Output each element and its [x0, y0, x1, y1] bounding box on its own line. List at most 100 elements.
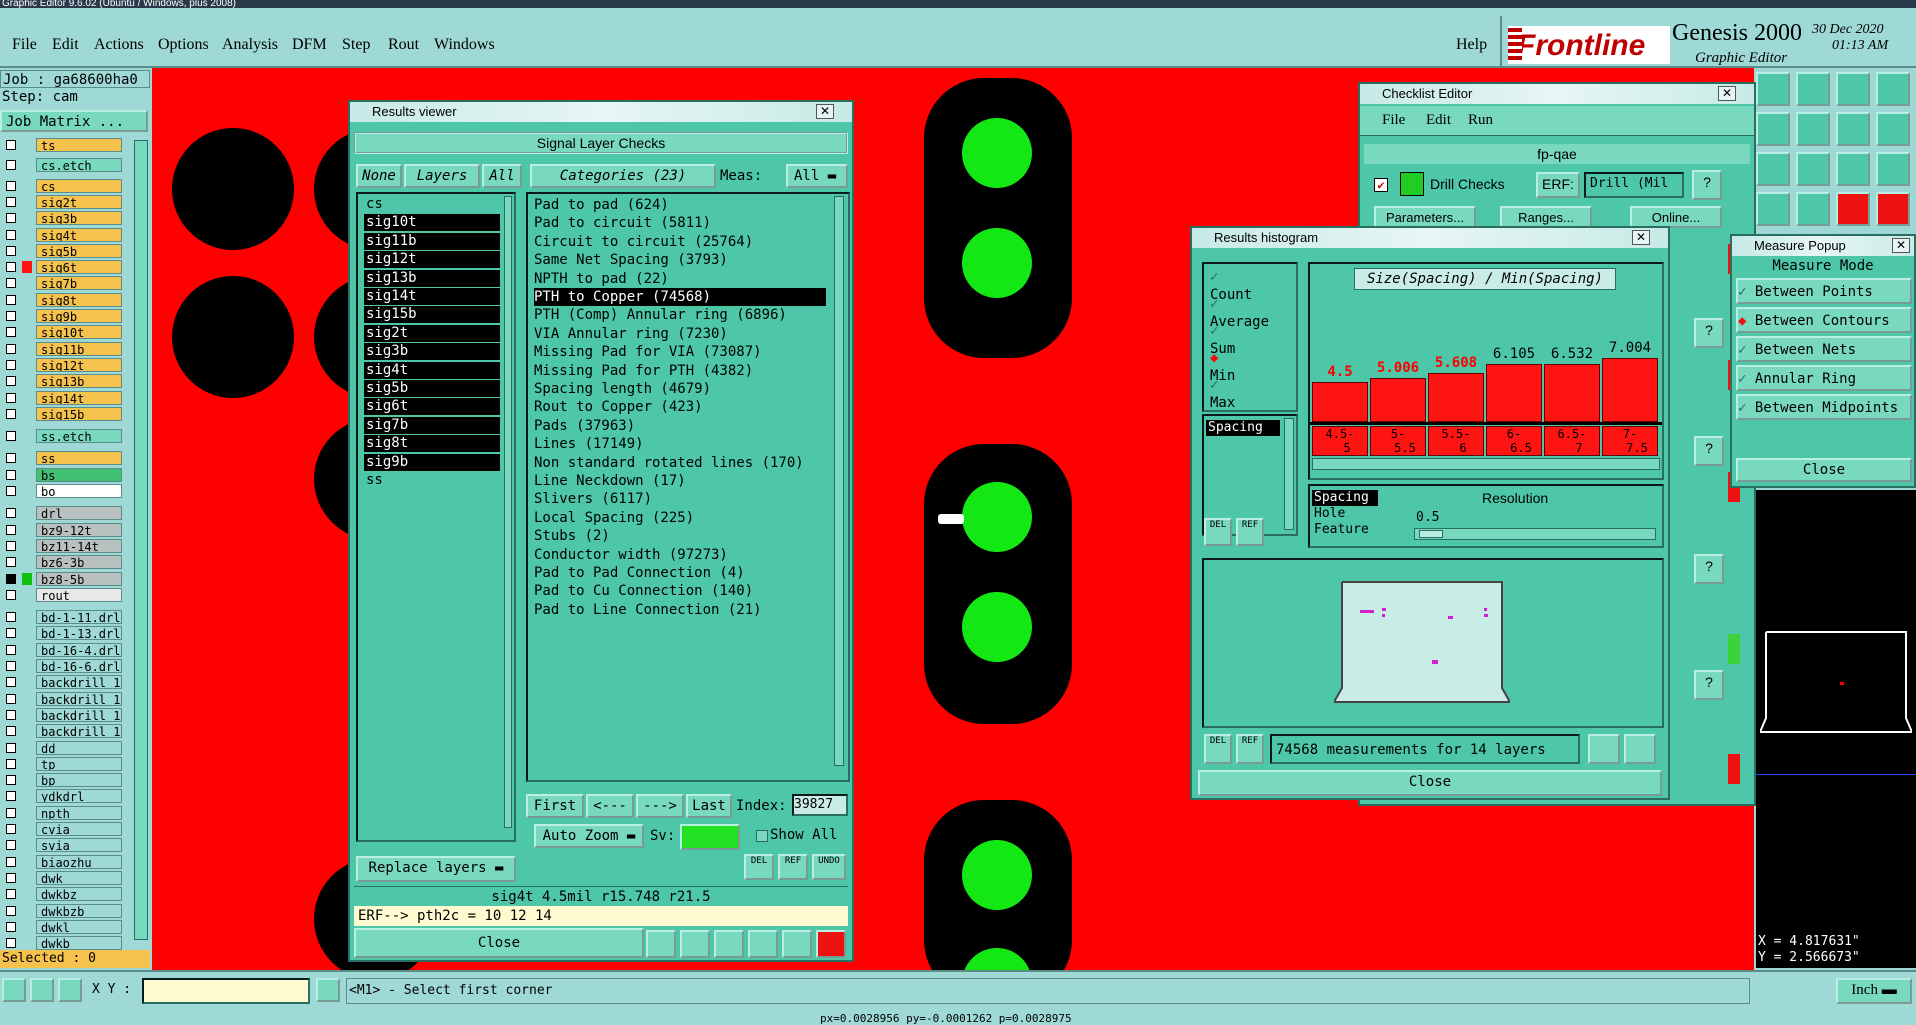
- layer-row[interactable]: ts: [4, 138, 122, 152]
- layer-row[interactable]: sig3b: [4, 211, 122, 226]
- checklist-menu-file[interactable]: File: [1382, 112, 1405, 129]
- layer-checkbox[interactable]: [6, 644, 16, 655]
- grid-toggle-icon[interactable]: [1796, 192, 1830, 226]
- hist-del-button[interactable]: DEL: [1204, 518, 1232, 546]
- field-spacing[interactable]: Spacing: [1206, 420, 1280, 436]
- histogram-bar[interactable]: [1544, 364, 1600, 422]
- layer-checkbox[interactable]: [6, 392, 16, 403]
- layer-checkbox[interactable]: [6, 245, 16, 256]
- preview-del-button[interactable]: DEL: [1204, 734, 1232, 764]
- erf-value[interactable]: Drill (Mil: [1584, 172, 1684, 198]
- pan-left-icon[interactable]: [1756, 112, 1790, 146]
- layer-row[interactable]: sig10t: [4, 325, 122, 340]
- measure-option[interactable]: ✓ Between Points: [1736, 278, 1912, 304]
- layer-row[interactable]: bd-1-11.drl: [4, 610, 122, 625]
- help-icon[interactable]: [1876, 152, 1910, 186]
- category-item[interactable]: Non standard rotated lines (170): [534, 454, 804, 472]
- layer-checkbox[interactable]: [6, 905, 16, 916]
- job-matrix-button[interactable]: Job Matrix ...: [0, 110, 148, 132]
- next-button[interactable]: --->: [636, 794, 684, 818]
- ranges-button[interactable]: Ranges...: [1500, 206, 1592, 228]
- layer-checkbox[interactable]: [6, 612, 16, 623]
- layer-row[interactable]: rout: [4, 587, 122, 602]
- results-viewer-titlebar[interactable]: Results viewer: [350, 102, 852, 122]
- category-item[interactable]: Pad to Line Connection (21): [534, 601, 762, 619]
- sv-color-dropdown[interactable]: [680, 824, 740, 850]
- category-item[interactable]: Line Neckdown (17): [534, 472, 686, 490]
- res-field-hole[interactable]: Hole: [1312, 506, 1345, 522]
- measure-close-button[interactable]: Close: [1736, 458, 1912, 482]
- layer-row[interactable]: bp: [4, 773, 122, 788]
- category-item[interactable]: Local Spacing (225): [534, 509, 694, 527]
- histogram-close-icon[interactable]: ✕: [1632, 230, 1650, 245]
- layer-row[interactable]: sig15b: [4, 406, 122, 421]
- layer-checkbox[interactable]: [6, 856, 16, 867]
- layer-row[interactable]: bd-16-4.drl: [4, 642, 122, 657]
- checklist-close-icon[interactable]: ✕: [1718, 86, 1736, 101]
- display-icon[interactable]: [646, 930, 676, 958]
- layer-checkbox[interactable]: [6, 486, 16, 496]
- measure-option[interactable]: ✓ Between Nets: [1736, 336, 1912, 362]
- layer-result-item[interactable]: sig6t: [364, 398, 500, 416]
- menu-analysis[interactable]: Analysis: [222, 36, 278, 54]
- layer-checkbox[interactable]: [6, 311, 16, 321]
- histogram-bar[interactable]: [1428, 373, 1484, 422]
- replace-layers-dropdown[interactable]: Replace layers ▬: [356, 856, 516, 882]
- layer-row[interactable]: bd-16-6.drl: [4, 659, 122, 673]
- layer-row[interactable]: dwkl: [4, 919, 122, 934]
- histogram-bar[interactable]: [1312, 382, 1368, 422]
- layer-checkbox[interactable]: [6, 508, 16, 519]
- layer-checkbox[interactable]: [6, 294, 16, 305]
- none-button[interactable]: None: [356, 164, 402, 188]
- layer-checkbox[interactable]: [6, 589, 16, 600]
- del-button[interactable]: DEL: [744, 854, 774, 880]
- fill-icon[interactable]: [1756, 72, 1790, 106]
- category-item[interactable]: Pads (37963): [534, 417, 635, 435]
- zoom-window-icon[interactable]: [1836, 112, 1870, 146]
- report-icon[interactable]: [782, 930, 812, 958]
- layer-row[interactable]: backdrill_16: [4, 724, 122, 739]
- layer-row[interactable]: dd: [4, 740, 122, 755]
- histogram-icon[interactable]: [816, 930, 846, 958]
- pan-right-icon[interactable]: [1796, 112, 1830, 146]
- category-list[interactable]: Pad to pad (624) Pad to circuit (5811) Cir…: [526, 192, 850, 782]
- checklist-titlebar[interactable]: Checklist Editor: [1360, 84, 1754, 104]
- histogram-bar[interactable]: [1486, 364, 1542, 422]
- histogram-bar[interactable]: [1370, 378, 1426, 422]
- layer-row[interactable]: sig7b: [4, 276, 122, 291]
- home-icon[interactable]: [1836, 72, 1870, 106]
- measure-option[interactable]: ✓ Between Midpoints: [1736, 394, 1912, 420]
- measure-titlebar[interactable]: Measure Popup: [1732, 236, 1914, 256]
- category-item[interactable]: VIA Annular ring (7230): [534, 325, 728, 343]
- category-item[interactable]: Pad to circuit (5811): [534, 214, 711, 232]
- category-item[interactable]: NPTH to pad (22): [534, 270, 669, 288]
- unit-dropdown[interactable]: Inch ▬: [1836, 978, 1912, 1004]
- layer-checkbox[interactable]: [6, 408, 16, 419]
- layer-result-item[interactable]: sig3b: [364, 343, 500, 361]
- zoom-fit-icon[interactable]: [1756, 152, 1790, 186]
- meas-dropdown[interactable]: All ▬: [786, 164, 848, 188]
- category-item[interactable]: Circuit to circuit (25764): [534, 233, 753, 251]
- erf-label-button[interactable]: ERF:: [1536, 172, 1580, 198]
- layer-checkbox[interactable]: [6, 524, 16, 535]
- layer-scrollbar[interactable]: [134, 140, 148, 940]
- row-help-button[interactable]: ?: [1694, 670, 1724, 700]
- menu-step[interactable]: Step: [342, 36, 370, 54]
- category-item[interactable]: PTH to Copper (74568): [534, 288, 826, 306]
- layer-checkbox[interactable]: [6, 196, 16, 207]
- layer-row[interactable]: sig5b: [4, 243, 122, 258]
- layer-checkbox[interactable]: [6, 742, 16, 753]
- screen-icon[interactable]: [680, 930, 710, 958]
- layer-row[interactable]: npth: [4, 805, 122, 820]
- layer-result-item[interactable]: sig11b: [364, 232, 500, 250]
- chart-scrollbar[interactable]: [1312, 458, 1660, 470]
- layer-row[interactable]: dwkbz: [4, 887, 122, 902]
- check-enabled-checkbox[interactable]: ✔: [1374, 178, 1388, 192]
- layer-checkbox[interactable]: [6, 807, 16, 818]
- layer-row[interactable]: drl: [4, 506, 122, 521]
- layer-row[interactable]: bz11-14t: [4, 538, 122, 553]
- measure-close-icon[interactable]: ✕: [1892, 238, 1910, 253]
- row-help-button[interactable]: ?: [1694, 318, 1724, 348]
- layer-checkbox[interactable]: [6, 431, 16, 442]
- layer-row[interactable]: tp: [4, 756, 122, 771]
